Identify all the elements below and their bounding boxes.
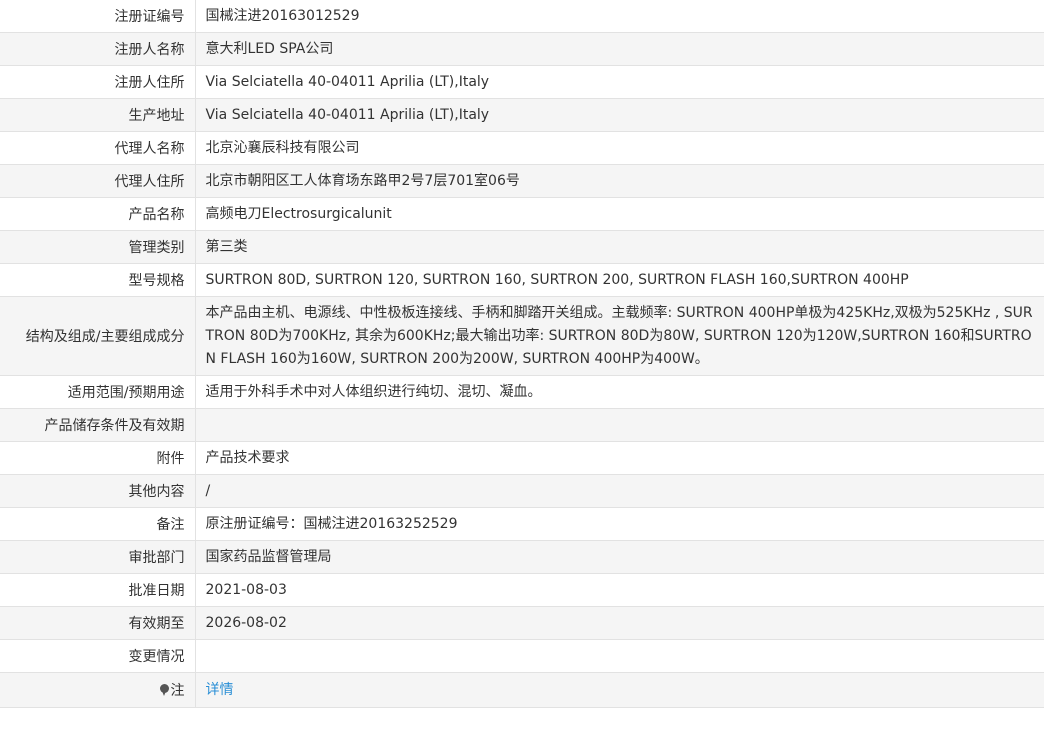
row-value: 2021-08-03: [195, 573, 1044, 607]
row-label: 注册人名称: [0, 32, 196, 66]
row-value: 北京市朝阳区工人体育场东路甲2号7层701室06号: [195, 164, 1044, 198]
row-value: 原注册证编号：国械注进20163252529: [195, 507, 1044, 541]
row-value: 意大利LED SPA公司: [195, 32, 1044, 66]
row-value: SURTRON 80D, SURTRON 120, SURTRON 160, S…: [195, 263, 1044, 297]
row-label: 生产地址: [0, 98, 196, 132]
row-agent-address: 代理人住所 北京市朝阳区工人体育场东路甲2号7层701室06号: [0, 164, 1044, 198]
row-label: 产品储存条件及有效期: [0, 408, 196, 442]
row-management-category: 管理类别 第三类: [0, 230, 1044, 264]
row-registrant-name: 注册人名称 意大利LED SPA公司: [0, 32, 1044, 66]
row-approval-date: 批准日期 2021-08-03: [0, 573, 1044, 607]
row-value: 国械注进20163012529: [195, 0, 1044, 33]
row-label: 附件: [0, 441, 196, 475]
row-label: 注册人住所: [0, 65, 196, 99]
row-value: [195, 408, 1044, 442]
row-label: 代理人住所: [0, 164, 196, 198]
row-intended-use: 适用范围/预期用途 适用于外科手术中对人体组织进行纯切、混切、凝血。: [0, 375, 1044, 409]
row-storage-validity: 产品储存条件及有效期: [0, 408, 1044, 442]
row-value: 适用于外科手术中对人体组织进行纯切、混切、凝血。: [195, 375, 1044, 409]
row-production-address: 生产地址 Via Selciatella 40-04011 Aprilia (L…: [0, 98, 1044, 132]
row-value: 国家药品监督管理局: [195, 540, 1044, 574]
row-value: Via Selciatella 40-04011 Aprilia (LT),It…: [195, 65, 1044, 99]
row-registrant-address: 注册人住所 Via Selciatella 40-04011 Aprilia (…: [0, 65, 1044, 99]
row-label: 产品名称: [0, 197, 196, 231]
note-label-cell: 注: [0, 672, 196, 708]
note-value-cell: 详情: [195, 672, 1044, 708]
row-label: 有效期至: [0, 606, 196, 640]
row-agent-name: 代理人名称 北京沁襄辰科技有限公司: [0, 131, 1044, 165]
row-value: [195, 639, 1044, 673]
row-registration-number: 注册证编号 国械注进20163012529: [0, 0, 1044, 33]
row-remarks: 备注 原注册证编号：国械注进20163252529: [0, 507, 1044, 541]
row-model-spec: 型号规格 SURTRON 80D, SURTRON 120, SURTRON 1…: [0, 263, 1044, 297]
row-value: 2026-08-02: [195, 606, 1044, 640]
row-value: 高频电刀Electrosurgicalunit: [195, 197, 1044, 231]
row-attachment: 附件 产品技术要求: [0, 441, 1044, 475]
row-other-content: 其他内容 /: [0, 474, 1044, 508]
row-product-name: 产品名称 高频电刀Electrosurgicalunit: [0, 197, 1044, 231]
row-change-status: 变更情况: [0, 639, 1044, 673]
row-valid-until: 有效期至 2026-08-02: [0, 606, 1044, 640]
row-value: /: [195, 474, 1044, 508]
row-label: 代理人名称: [0, 131, 196, 165]
row-approval-department: 审批部门 国家药品监督管理局: [0, 540, 1044, 574]
note-label: 注: [170, 683, 185, 699]
pin-icon: [159, 684, 169, 696]
registration-info-table: 注册证编号 国械注进20163012529 注册人名称 意大利LED SPA公司…: [0, 0, 1044, 708]
row-note: 注 详情: [0, 672, 1044, 708]
details-link[interactable]: 详情: [206, 682, 234, 698]
row-label: 批准日期: [0, 573, 196, 607]
row-value: 北京沁襄辰科技有限公司: [195, 131, 1044, 165]
row-value: 第三类: [195, 230, 1044, 264]
row-label: 变更情况: [0, 639, 196, 673]
row-label: 审批部门: [0, 540, 196, 574]
row-value: 本产品由主机、电源线、中性极板连接线、手柄和脚踏开关组成。主载频率: SURTR…: [195, 296, 1044, 376]
row-value: 产品技术要求: [195, 441, 1044, 475]
row-label: 适用范围/预期用途: [0, 375, 196, 409]
row-label: 结构及组成/主要组成成分: [0, 296, 196, 376]
row-label: 备注: [0, 507, 196, 541]
row-label: 其他内容: [0, 474, 196, 508]
row-value: Via Selciatella 40-04011 Aprilia (LT),It…: [195, 98, 1044, 132]
row-label: 型号规格: [0, 263, 196, 297]
row-structure-composition: 结构及组成/主要组成成分 本产品由主机、电源线、中性极板连接线、手柄和脚踏开关组…: [0, 296, 1044, 376]
row-label: 注册证编号: [0, 0, 196, 33]
row-label: 管理类别: [0, 230, 196, 264]
